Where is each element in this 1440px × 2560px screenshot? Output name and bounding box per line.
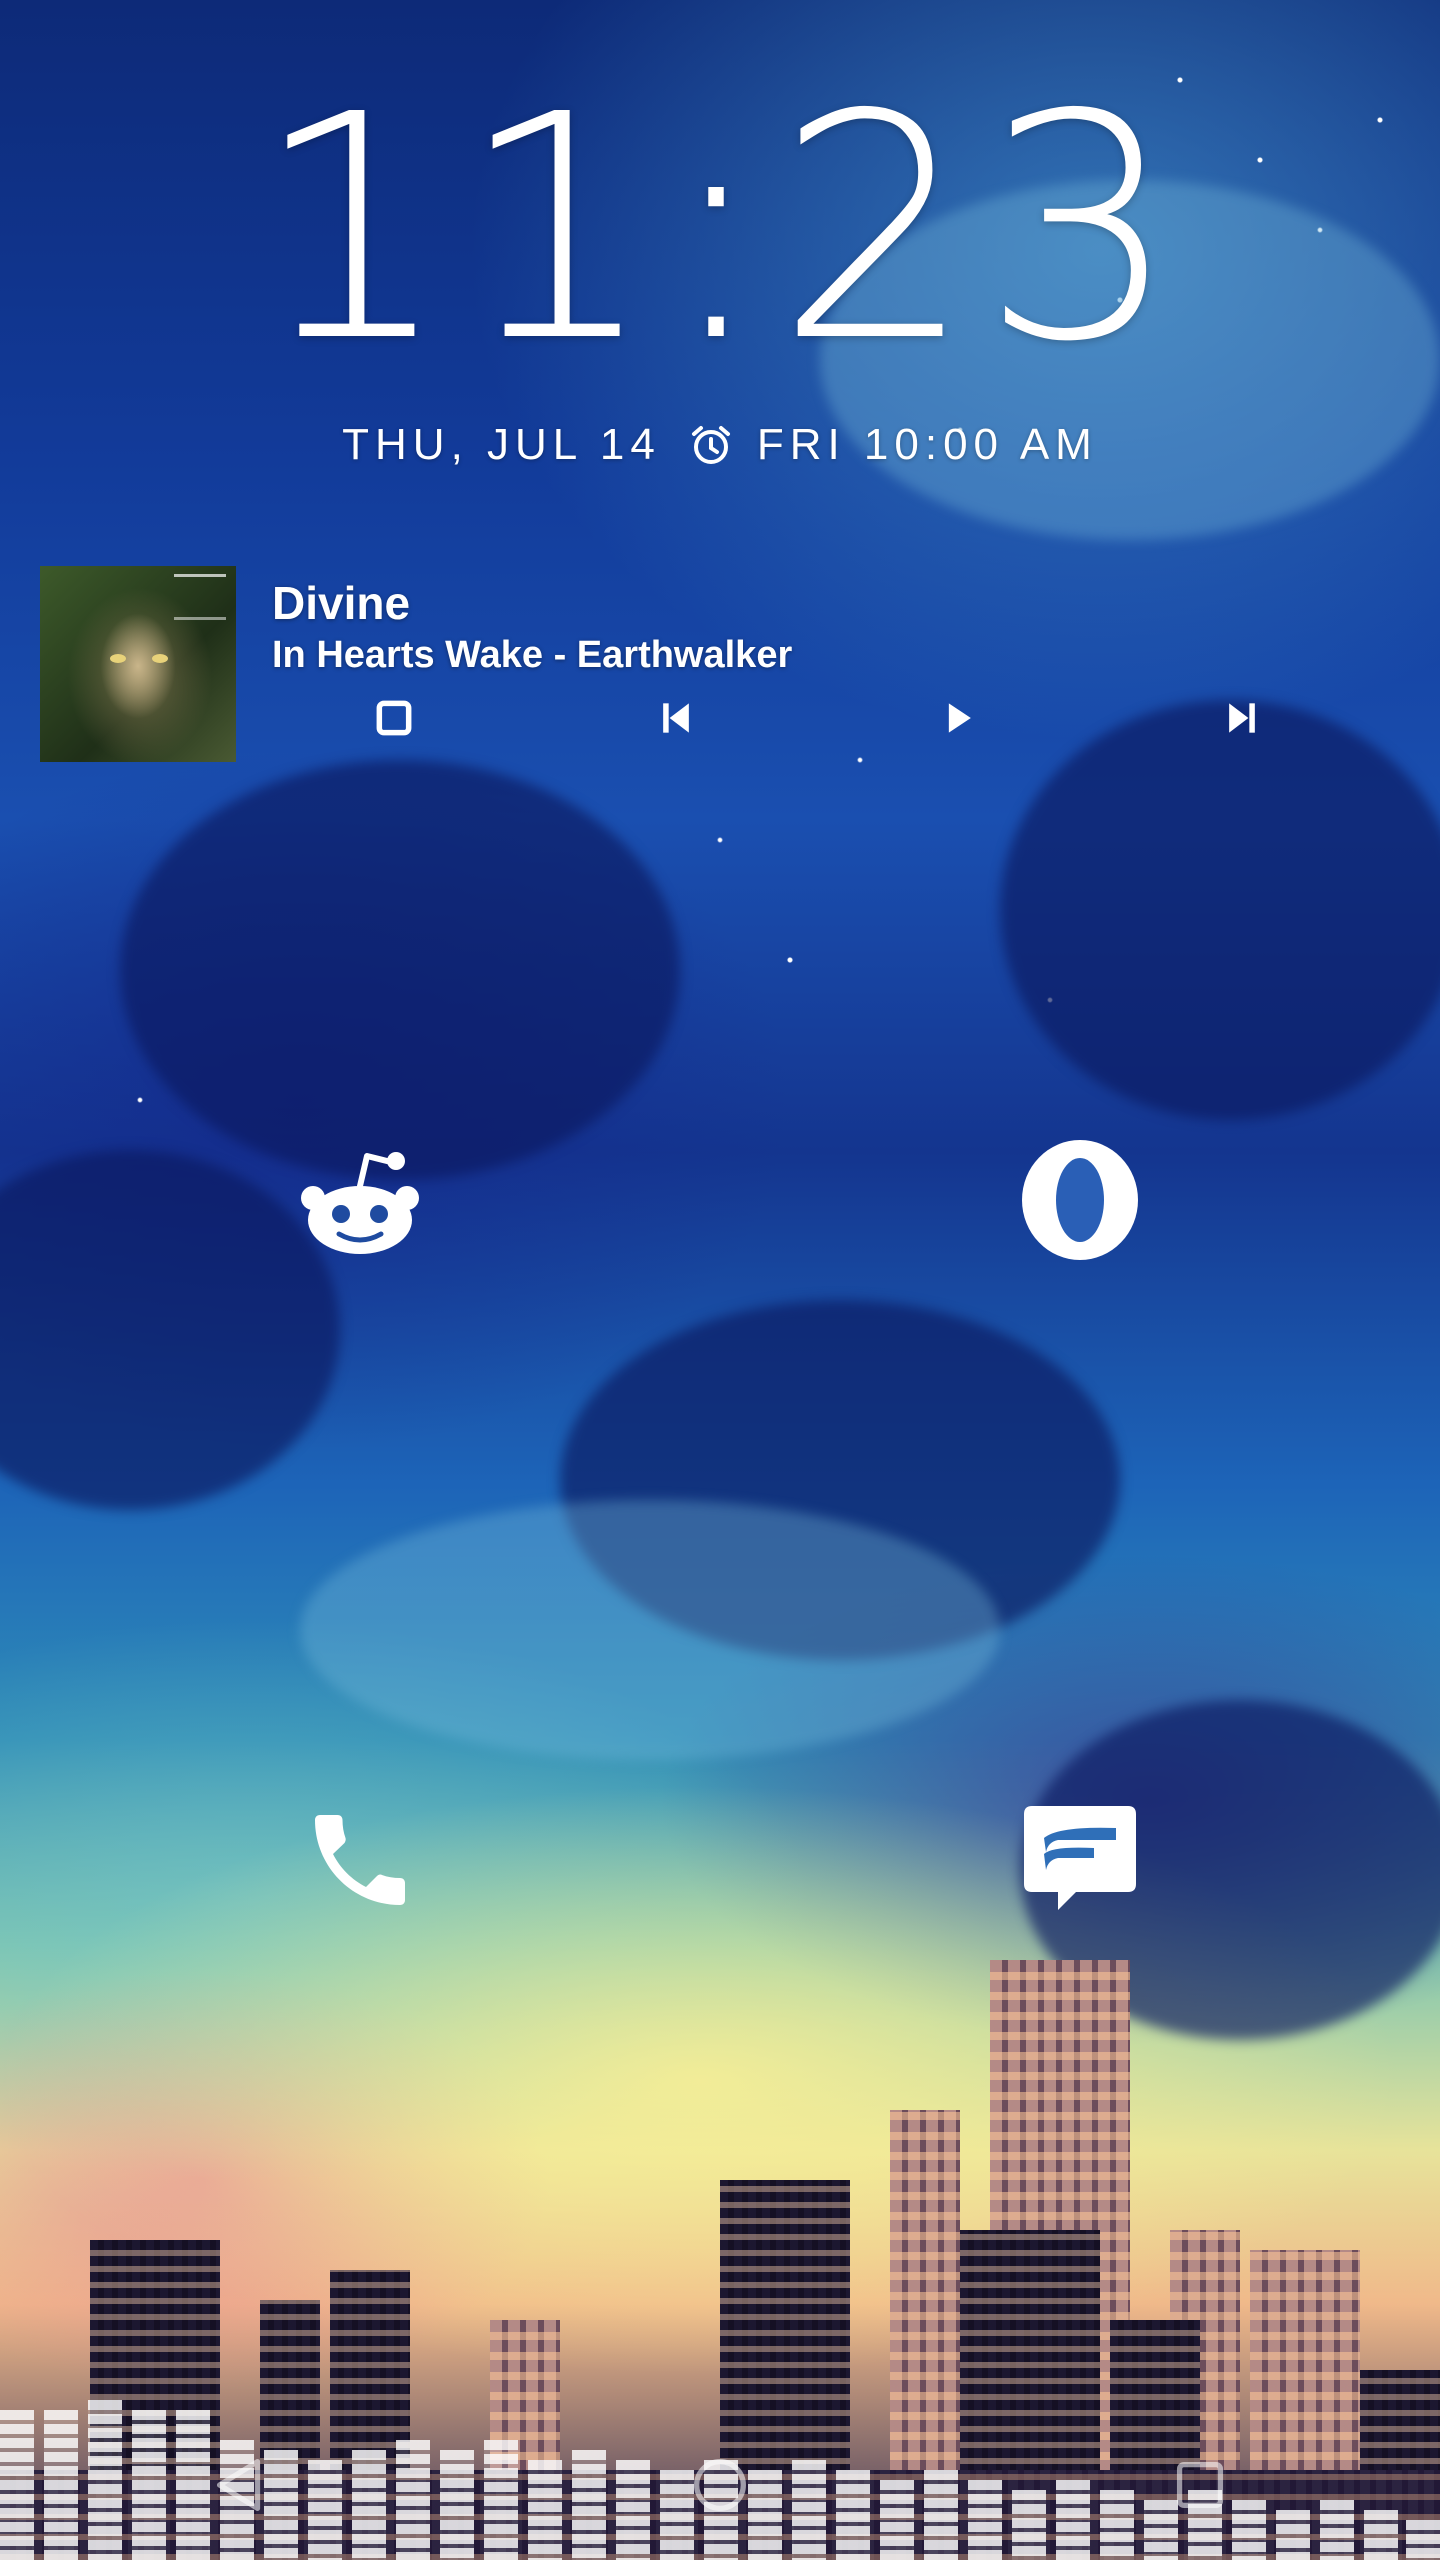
album-art-detail: [152, 654, 168, 663]
next-alarm: FRI 10:00 AM: [756, 420, 1098, 469]
phone-icon: [315, 1815, 405, 1905]
stop-button[interactable]: [362, 686, 426, 750]
reddit-shortcut[interactable]: [270, 1110, 450, 1290]
recents-button[interactable]: [1155, 2440, 1245, 2530]
opera-shortcut[interactable]: [990, 1110, 1170, 1290]
wallpaper-cloud: [300, 1500, 1000, 1760]
navigation-bar: [0, 2410, 1440, 2560]
album-art: [40, 566, 236, 762]
reddit-icon: [301, 1152, 419, 1254]
date-alarm-row: THU, JUL 14 FRI 10:00 AM: [0, 420, 1440, 470]
stop-icon: [376, 700, 412, 736]
wallpaper-cloud: [560, 1300, 1120, 1660]
track-artist-album: In Hearts Wake - Earthwalker: [272, 634, 793, 676]
media-notification[interactable]: Divine In Hearts Wake - Earthwalker: [40, 566, 1400, 764]
home-circle-icon: [694, 2459, 746, 2511]
previous-button[interactable]: [644, 686, 708, 750]
track-title: Divine: [272, 577, 411, 629]
lockscreen-date: THU, JUL 14: [342, 420, 661, 469]
skip-previous-icon: [663, 703, 689, 733]
play-icon: [948, 703, 971, 733]
recents-square-icon: [1176, 2461, 1224, 2509]
lock-screen: 11:23 THU, JUL 14 FRI 10:00 AM Divine In…: [0, 0, 1440, 2560]
messaging-shortcut[interactable]: [990, 1770, 1170, 1950]
alarm-clock-icon: [687, 421, 735, 469]
lockscreen-clock: 11:23: [253, 49, 1187, 410]
opera-icon: [1022, 1140, 1138, 1260]
phone-shortcut[interactable]: [270, 1770, 450, 1950]
home-button[interactable]: [675, 2440, 765, 2530]
skip-next-icon: [1229, 703, 1255, 733]
next-button[interactable]: [1210, 686, 1274, 750]
play-button[interactable]: [926, 686, 990, 750]
back-button[interactable]: [195, 2440, 285, 2530]
message-icon: [1024, 1806, 1136, 1910]
back-triangle-icon: [216, 2459, 261, 2511]
album-art-detail: [110, 654, 126, 663]
album-logo: [174, 574, 226, 620]
